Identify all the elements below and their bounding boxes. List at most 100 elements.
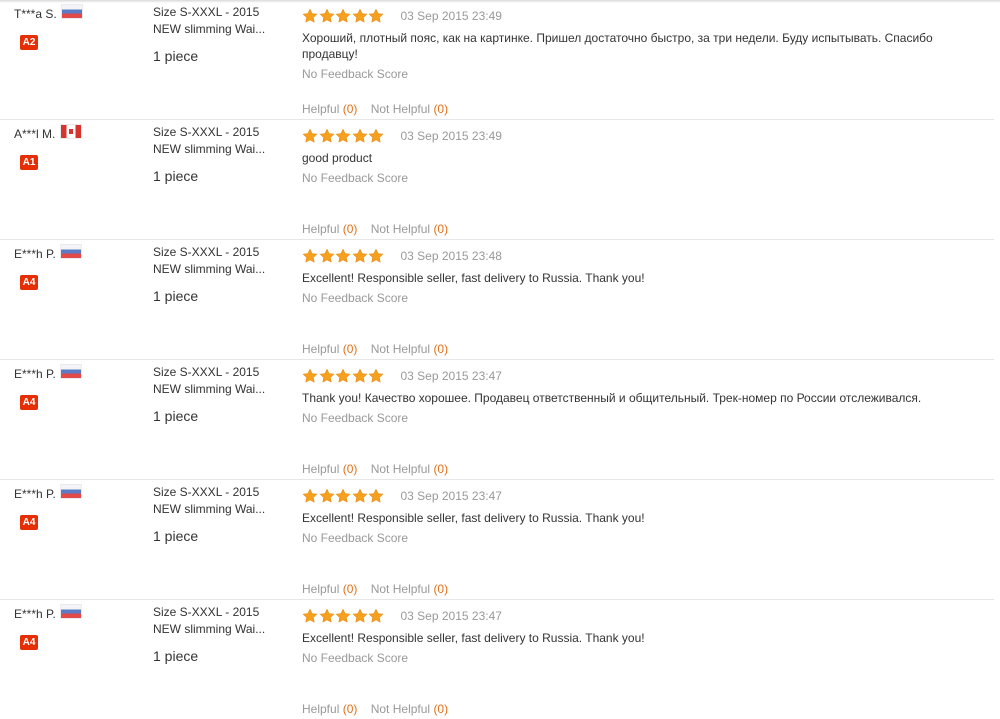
not-helpful-label: Not Helpful	[370, 462, 431, 476]
not-helpful-label: Not Helpful	[370, 222, 431, 236]
review-date: 03 Sep 2015 23:49	[400, 9, 502, 23]
star-icon	[335, 248, 351, 263]
product-size: Size S-XXXL - 2015	[153, 365, 260, 379]
product-info: Size S-XXXL - 2015 NEW slimming Wai... 1…	[153, 124, 278, 185]
star-rating	[302, 248, 385, 264]
buyer-level-badge: A4	[20, 275, 38, 290]
product-size: Size S-XXXL - 2015	[153, 485, 260, 499]
vote-controls: Helpful (0) Not Helpful (0)	[302, 582, 458, 596]
feedback-list: T***a S. A2 Size S-XXXL - 2015 NEW slimm…	[0, 0, 1000, 719]
not-helpful-label: Not Helpful	[370, 582, 431, 596]
helpful-button[interactable]: Helpful (0)	[302, 582, 357, 596]
not-helpful-button[interactable]: Not Helpful (0)	[371, 462, 448, 476]
review-item: E***h P. A4 Size S-XXXL - 2015 NEW slimm…	[0, 240, 994, 360]
russia-flag-icon	[61, 605, 82, 618]
buyer-info: E***h P.	[14, 485, 82, 501]
review-content: 03 Sep 2015 23:47 Excellent! Responsible…	[302, 487, 982, 545]
not-helpful-button[interactable]: Not Helpful (0)	[371, 222, 448, 236]
star-icon	[352, 248, 367, 263]
review-text: Excellent! Responsible seller, fast deli…	[302, 511, 645, 525]
product-info: Size S-XXXL - 2015 NEW slimming Wai... 1…	[153, 604, 278, 665]
not-helpful-count: (0)	[433, 702, 449, 716]
review-date: 03 Sep 2015 23:49	[400, 129, 502, 143]
star-rating	[302, 368, 385, 384]
buyer-name: A***l M.	[14, 127, 56, 141]
product-size: Size S-XXXL - 2015	[153, 125, 260, 139]
star-icon	[302, 608, 318, 623]
buyer-name: T***a S.	[14, 7, 57, 21]
review-date: 03 Sep 2015 23:47	[400, 609, 502, 623]
feedback-score: No Feedback Score	[302, 291, 409, 305]
review-item: A***l M. A1 Size S-XXXL - 2015 NEW slimm…	[0, 120, 994, 240]
review-content: 03 Sep 2015 23:47 Excellent! Responsible…	[302, 607, 982, 665]
feedback-score: No Feedback Score	[302, 651, 409, 665]
star-icon	[335, 488, 351, 503]
star-icon	[302, 488, 318, 503]
buyer-name: E***h P.	[14, 367, 56, 381]
star-icon	[319, 368, 334, 383]
star-rating	[302, 488, 385, 504]
review-item: T***a S. A2 Size S-XXXL - 2015 NEW slimm…	[0, 0, 994, 120]
star-icon	[368, 488, 384, 503]
buyer-level-badge: A2	[20, 35, 38, 50]
buyer-info: E***h P.	[14, 365, 82, 381]
review-date: 03 Sep 2015 23:47	[400, 489, 502, 503]
product-title: NEW slimming Wai...	[153, 382, 266, 396]
helpful-button[interactable]: Helpful (0)	[302, 462, 357, 476]
buyer-name: E***h P.	[14, 247, 56, 261]
product-info: Size S-XXXL - 2015 NEW slimming Wai... 1…	[153, 364, 278, 425]
product-info: Size S-XXXL - 2015 NEW slimming Wai... 1…	[153, 244, 278, 305]
not-helpful-label: Not Helpful	[370, 342, 431, 356]
not-helpful-button[interactable]: Not Helpful (0)	[371, 102, 448, 116]
buyer-level-badge: A1	[20, 155, 38, 170]
star-icon	[352, 608, 367, 623]
not-helpful-count: (0)	[433, 462, 449, 476]
russia-flag-icon	[62, 5, 83, 18]
helpful-label: Helpful	[302, 702, 340, 716]
rating-row: 03 Sep 2015 23:48	[302, 247, 982, 265]
product-info: Size S-XXXL - 2015 NEW slimming Wai... 1…	[153, 4, 278, 65]
feedback-score: No Feedback Score	[302, 531, 409, 545]
star-icon	[302, 128, 318, 143]
not-helpful-count: (0)	[433, 102, 449, 116]
review-content: 03 Sep 2015 23:47 Thank you! Качество хо…	[302, 367, 982, 425]
star-icon	[335, 128, 351, 143]
not-helpful-button[interactable]: Not Helpful (0)	[371, 702, 448, 716]
star-rating	[302, 8, 385, 24]
product-title: NEW slimming Wai...	[153, 502, 266, 516]
star-icon	[335, 608, 351, 623]
canada-flag-icon	[60, 125, 81, 138]
review-content: 03 Sep 2015 23:49 good product No Feedba…	[302, 127, 982, 185]
helpful-label: Helpful	[302, 582, 340, 596]
helpful-button[interactable]: Helpful (0)	[302, 702, 357, 716]
not-helpful-button[interactable]: Not Helpful (0)	[371, 582, 448, 596]
star-icon	[352, 488, 367, 503]
not-helpful-label: Not Helpful	[370, 102, 431, 116]
helpful-button[interactable]: Helpful (0)	[302, 342, 357, 356]
not-helpful-count: (0)	[433, 582, 449, 596]
buyer-info: E***h P.	[14, 245, 82, 261]
buyer-info: A***l M.	[14, 125, 81, 141]
buyer-info: E***h P.	[14, 605, 82, 621]
vote-controls: Helpful (0) Not Helpful (0)	[302, 102, 458, 116]
helpful-button[interactable]: Helpful (0)	[302, 102, 357, 116]
review-content: 03 Sep 2015 23:48 Excellent! Responsible…	[302, 247, 982, 305]
helpful-button[interactable]: Helpful (0)	[302, 222, 357, 236]
product-quantity: 1 piece	[153, 408, 199, 424]
rating-row: 03 Sep 2015 23:47	[302, 607, 982, 625]
star-rating	[302, 608, 385, 624]
helpful-count: (0)	[342, 702, 358, 716]
rating-row: 03 Sep 2015 23:49	[302, 127, 982, 145]
helpful-label: Helpful	[302, 342, 340, 356]
product-title: NEW slimming Wai...	[153, 262, 266, 276]
product-title: NEW slimming Wai...	[153, 622, 266, 636]
not-helpful-button[interactable]: Not Helpful (0)	[371, 342, 448, 356]
buyer-level-badge: A4	[20, 395, 38, 410]
star-icon	[335, 8, 351, 23]
star-icon	[368, 8, 384, 23]
star-icon	[302, 248, 318, 263]
star-icon	[319, 608, 334, 623]
star-icon	[302, 8, 318, 23]
russia-flag-icon	[61, 485, 82, 498]
star-icon	[352, 128, 367, 143]
